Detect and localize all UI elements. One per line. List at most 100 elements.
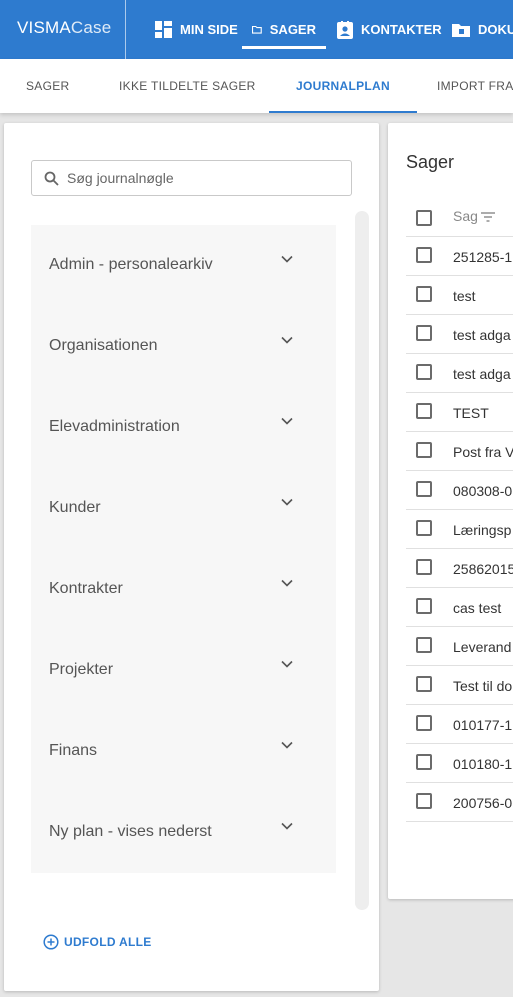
plan-item-label: Kunder <box>49 499 101 516</box>
row-checkbox[interactable] <box>416 286 432 302</box>
nav-item-label: KONTAKTER <box>361 22 442 37</box>
row-checkbox[interactable] <box>416 559 432 575</box>
column-header-label: Sag <box>453 208 478 224</box>
chevron-down-icon <box>281 255 293 263</box>
row-checkbox[interactable] <box>416 520 432 536</box>
plan-item-admin-personalearkiv[interactable]: Admin - personalearkiv <box>31 225 336 306</box>
row-checkbox[interactable] <box>416 637 432 653</box>
table-row[interactable]: 25862015 <box>406 549 513 588</box>
plan-item-kunder[interactable]: Kunder <box>31 468 336 549</box>
case-name: cas test <box>453 600 502 616</box>
case-name: Test til do <box>453 678 513 694</box>
case-name: 010177-1 <box>453 717 513 733</box>
table-row[interactable]: Post fra V <box>406 432 513 471</box>
tab-journalplan[interactable]: JOURNALPLAN <box>269 59 417 113</box>
case-name: test adga <box>453 366 511 382</box>
case-name: Læringsp <box>453 522 512 538</box>
cases-title: Sager <box>406 152 455 172</box>
nav-item-dokumenter[interactable]: DOKUM <box>452 0 513 59</box>
expand-all-button[interactable]: UDFOLD ALLE <box>43 934 152 950</box>
column-header-sag[interactable]: Sag <box>453 208 496 224</box>
plan-item-label: Projekter <box>49 661 114 678</box>
plan-item-finans[interactable]: Finans <box>31 711 336 792</box>
sort-icon <box>480 211 495 222</box>
journal-search-input[interactable] <box>67 170 327 186</box>
plan-item-label: Admin - personalearkiv <box>49 256 213 273</box>
case-name: 010180-1 <box>453 756 513 772</box>
cases-panel: Sager Sag 251285-1 test test adga test a… <box>388 123 513 899</box>
table-row[interactable]: test adga <box>406 315 513 354</box>
nav-item-min-side[interactable]: MIN SIDE <box>155 0 238 59</box>
plan-item-organisationen[interactable]: Organisationen <box>31 306 336 387</box>
nav-item-label: MIN SIDE <box>180 22 238 37</box>
chevron-down-icon <box>281 579 293 587</box>
table-row[interactable]: test adga <box>406 354 513 393</box>
case-name: 080308-0 <box>453 483 513 499</box>
row-checkbox[interactable] <box>416 403 432 419</box>
row-checkbox[interactable] <box>416 364 432 380</box>
plan-item-ny-plan[interactable]: Ny plan - vises nederst <box>31 792 336 873</box>
plan-item-label: Kontrakter <box>49 580 123 597</box>
nav-item-label: SAGER <box>269 22 316 37</box>
plan-item-elevadministration[interactable]: Elevadministration <box>31 387 336 468</box>
visma-case-logo[interactable]: VISMACase <box>17 18 111 38</box>
table-row[interactable]: 010177-1 <box>406 705 513 744</box>
chevron-down-icon <box>281 336 293 344</box>
table-row[interactable]: test <box>406 276 513 315</box>
row-checkbox[interactable] <box>416 325 432 341</box>
row-checkbox[interactable] <box>416 676 432 692</box>
table-row[interactable]: Test til do <box>406 666 513 705</box>
nav-item-kontakter[interactable]: KONTAKTER <box>337 0 442 59</box>
nav-item-label: DOKUM <box>478 22 513 37</box>
plan-item-label: Elevadministration <box>49 418 180 435</box>
row-checkbox[interactable] <box>416 754 432 770</box>
search-icon <box>44 171 59 186</box>
table-row[interactable]: TEST <box>406 393 513 432</box>
row-checkbox[interactable] <box>416 793 432 809</box>
case-name: test adga <box>453 327 511 343</box>
journalplan-list: Admin - personalearkiv Organisationen El… <box>31 225 336 873</box>
plan-item-kontrakter[interactable]: Kontrakter <box>31 549 336 630</box>
journal-search-box[interactable] <box>31 160 352 196</box>
table-row[interactable]: Leverand <box>406 627 513 666</box>
chevron-down-icon <box>281 660 293 668</box>
table-row[interactable]: 251285-1 <box>406 237 513 276</box>
plan-item-label: Organisationen <box>49 337 158 354</box>
table-row[interactable]: 010180-1 <box>406 744 513 783</box>
tab-ikke-tildelte-sager[interactable]: IKKE TILDELTE SAGER <box>119 59 256 113</box>
row-checkbox[interactable] <box>416 442 432 458</box>
tab-sager[interactable]: SAGER <box>26 59 70 113</box>
table-row[interactable]: 080308-0 <box>406 471 513 510</box>
row-checkbox[interactable] <box>416 247 432 263</box>
tab-import[interactable]: IMPORT FRA ( <box>437 59 513 113</box>
case-name: 251285-1 <box>453 249 513 265</box>
chevron-down-icon <box>281 822 293 830</box>
case-name: 25862015 <box>453 561 513 577</box>
section-tabs: SAGER IKKE TILDELTE SAGER JOURNALPLAN IM… <box>0 59 513 113</box>
top-navigation-bar: VISMACase MIN SIDE SAGER KONTAKTER DOKUM <box>0 0 513 59</box>
row-checkbox[interactable] <box>416 715 432 731</box>
topbar-divider <box>125 0 126 59</box>
nav-item-sager[interactable]: SAGER <box>242 0 326 59</box>
table-row[interactable]: Læringsp <box>406 510 513 549</box>
row-checkbox[interactable] <box>416 598 432 614</box>
journalplan-panel: Admin - personalearkiv Organisationen El… <box>4 123 379 991</box>
table-row[interactable]: cas test <box>406 588 513 627</box>
expand-all-label: UDFOLD ALLE <box>64 935 152 949</box>
select-all-checkbox[interactable] <box>416 210 432 226</box>
scrollbar[interactable] <box>355 211 369 910</box>
plan-item-projekter[interactable]: Projekter <box>31 630 336 711</box>
table-row[interactable]: 200756-0 <box>406 783 513 822</box>
folder-icon <box>252 25 262 34</box>
contact-card-icon <box>337 20 353 39</box>
cases-table-header: Sag <box>406 201 513 237</box>
chevron-down-icon <box>281 741 293 749</box>
case-name: 200756-0 <box>453 795 513 811</box>
logo-sub-text: Case <box>70 18 112 37</box>
row-checkbox[interactable] <box>416 481 432 497</box>
case-name: Post fra V <box>453 444 513 460</box>
case-name: TEST <box>453 405 489 421</box>
logo-main-text: VISMA <box>17 18 71 37</box>
chevron-down-icon <box>281 498 293 506</box>
document-folder-icon <box>452 24 470 37</box>
